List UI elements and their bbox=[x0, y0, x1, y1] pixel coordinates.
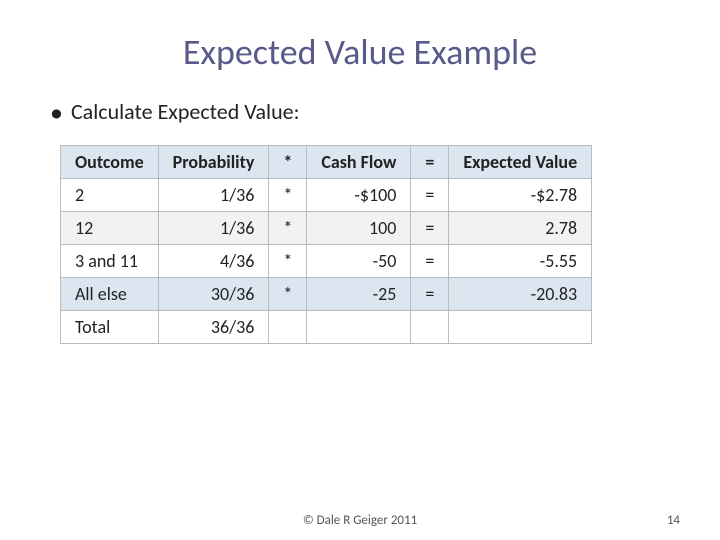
cell-cashflow: -50 bbox=[307, 245, 411, 278]
table-container: Outcome Probability * Cash Flow = Expect… bbox=[60, 145, 680, 344]
cell-cashflow: 100 bbox=[307, 212, 411, 245]
cell-probability: 4/36 bbox=[158, 245, 269, 278]
cell-probability: 36/36 bbox=[158, 311, 269, 344]
cell-eq: = bbox=[411, 245, 449, 278]
cell-eq: = bbox=[411, 278, 449, 311]
page-title: Expected Value Example bbox=[40, 30, 680, 74]
table-header-row: Outcome Probability * Cash Flow = Expect… bbox=[61, 146, 592, 179]
cell-probability: 30/36 bbox=[158, 278, 269, 311]
cell-star: * bbox=[269, 278, 307, 311]
cell-outcome: 12 bbox=[61, 212, 159, 245]
cell-star: * bbox=[269, 245, 307, 278]
table-row: Total36/36 bbox=[61, 311, 592, 344]
bullet-text: Calculate Expected Value: bbox=[71, 98, 300, 125]
cell-probability: 1/36 bbox=[158, 179, 269, 212]
cell-eq bbox=[411, 311, 449, 344]
cell-cashflow: -$100 bbox=[307, 179, 411, 212]
cell-star: * bbox=[269, 179, 307, 212]
cell-outcome: Total bbox=[61, 311, 159, 344]
col-header-expected: Expected Value bbox=[449, 146, 592, 179]
page-container: Expected Value Example • Calculate Expec… bbox=[0, 0, 720, 540]
table-row: 121/36*100=2.78 bbox=[61, 212, 592, 245]
cell-expected: -20.83 bbox=[449, 278, 592, 311]
cell-eq: = bbox=[411, 179, 449, 212]
cell-star: * bbox=[269, 212, 307, 245]
cell-cashflow: -25 bbox=[307, 278, 411, 311]
col-header-probability: Probability bbox=[158, 146, 269, 179]
bullet-point: • Calculate Expected Value: bbox=[50, 98, 680, 125]
cell-outcome: 2 bbox=[61, 179, 159, 212]
col-header-eq: = bbox=[411, 146, 449, 179]
cell-cashflow bbox=[307, 311, 411, 344]
table-row: 3 and 114/36*-50=-5.55 bbox=[61, 245, 592, 278]
cell-expected: 2.78 bbox=[449, 212, 592, 245]
cell-star bbox=[269, 311, 307, 344]
col-header-star: * bbox=[269, 146, 307, 179]
cell-eq: = bbox=[411, 212, 449, 245]
cell-expected: -5.55 bbox=[449, 245, 592, 278]
footer-copyright: © Dale R Geiger 2011 bbox=[70, 513, 650, 528]
col-header-cashflow: Cash Flow bbox=[307, 146, 411, 179]
footer-bar: © Dale R Geiger 2011 14 bbox=[0, 513, 720, 528]
cell-expected bbox=[449, 311, 592, 344]
ev-table: Outcome Probability * Cash Flow = Expect… bbox=[60, 145, 592, 344]
col-header-outcome: Outcome bbox=[61, 146, 159, 179]
bullet-icon: • bbox=[50, 99, 63, 125]
cell-probability: 1/36 bbox=[158, 212, 269, 245]
cell-outcome: All else bbox=[61, 278, 159, 311]
cell-outcome: 3 and 11 bbox=[61, 245, 159, 278]
cell-expected: -$2.78 bbox=[449, 179, 592, 212]
footer-page-number: 14 bbox=[650, 513, 680, 528]
table-row: All else30/36*-25=-20.83 bbox=[61, 278, 592, 311]
table-row: 21/36*-$100=-$2.78 bbox=[61, 179, 592, 212]
